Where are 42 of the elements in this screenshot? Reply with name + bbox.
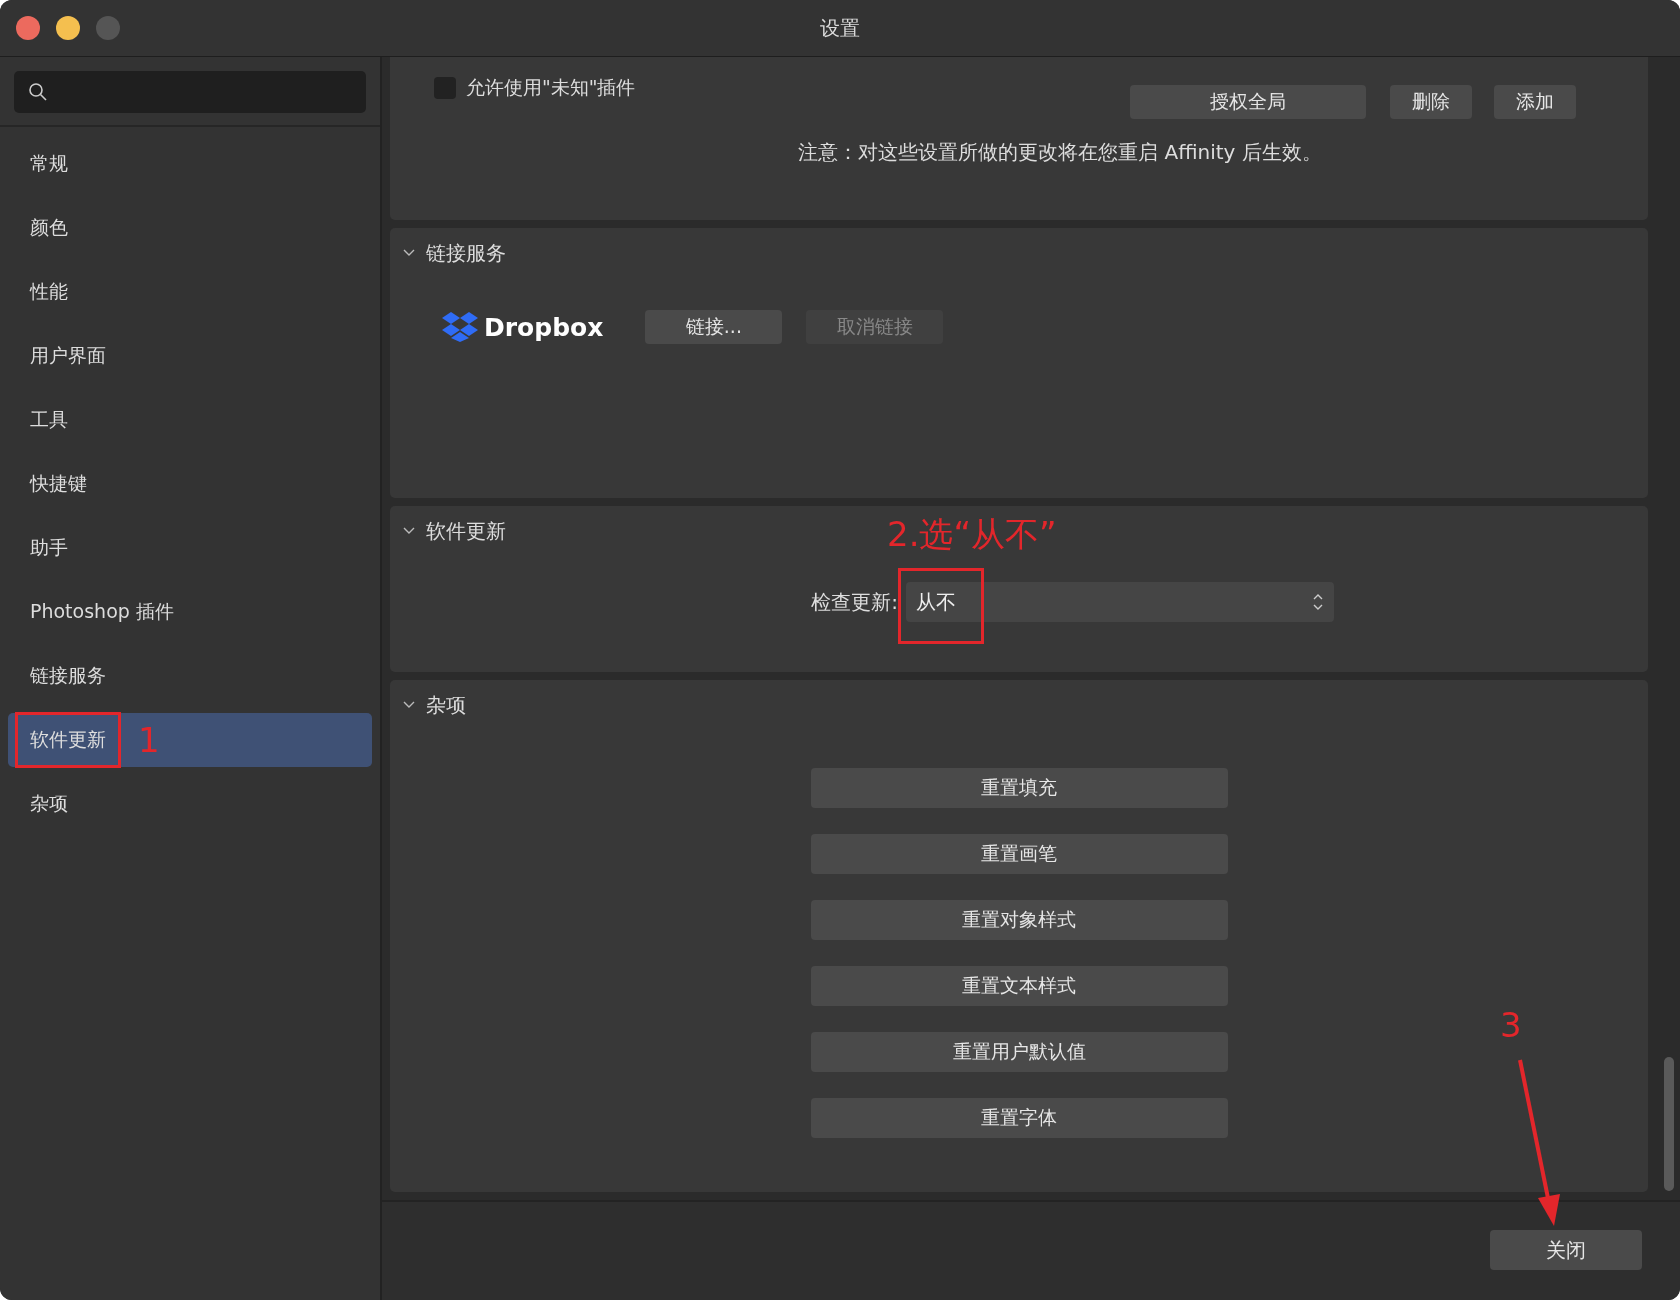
stepper-icon: [1312, 592, 1324, 612]
reset-button[interactable]: 重置字体: [810, 1098, 1228, 1138]
restart-note: 注意：对这些设置所做的更改将在您重启 Affinity 后生效。: [797, 139, 1323, 166]
plugin-button[interactable]: 授权全局: [1130, 85, 1366, 119]
sidebar-item[interactable]: 杂项: [8, 777, 372, 831]
check-updates-label: 检查更新:: [810, 588, 898, 616]
check-updates-select[interactable]: 从不: [906, 582, 1334, 622]
section-title: 链接服务: [426, 239, 506, 267]
reset-button[interactable]: 重置填充: [810, 768, 1228, 808]
plugin-button[interactable]: 删除: [1390, 85, 1472, 119]
service-name: Dropbox: [484, 312, 604, 342]
search-icon: [28, 82, 48, 102]
scrollbar-thumb[interactable]: [1664, 1057, 1674, 1191]
sidebar-item[interactable]: 性能: [8, 265, 372, 319]
section-title: 软件更新: [426, 517, 506, 545]
sidebar-item[interactable]: Photoshop 插件: [8, 585, 372, 639]
annotation-frame: 软件更新: [18, 715, 118, 765]
sidebar-item[interactable]: 助手: [8, 521, 372, 575]
reset-button[interactable]: 重置对象样式: [810, 900, 1228, 940]
annotation-number: 3: [1500, 1005, 1522, 1045]
section-title: 杂项: [426, 691, 466, 719]
reset-button[interactable]: 重置画笔: [810, 834, 1228, 874]
annotation-text: 2.选“从不”: [887, 513, 1057, 556]
plugin-button[interactable]: 添加: [1494, 85, 1576, 119]
link-button[interactable]: 链接...: [645, 310, 783, 344]
sidebar-item[interactable]: 颜色: [8, 201, 372, 255]
dropbox-logo-icon: [442, 312, 478, 342]
close-button[interactable]: 关闭: [1490, 1230, 1642, 1270]
minimize-window-button[interactable]: [56, 16, 80, 40]
sidebar-item[interactable]: 常规: [8, 137, 372, 191]
search-field[interactable]: [14, 71, 366, 113]
sidebar-item[interactable]: 用户界面: [8, 329, 372, 383]
reset-button[interactable]: 重置文本样式: [810, 966, 1228, 1006]
sidebar-item[interactable]: 软件更新 1: [8, 713, 372, 767]
sidebar-item[interactable]: 工具: [8, 393, 372, 447]
sidebar-item[interactable]: 链接服务: [8, 649, 372, 703]
annotation-number: 1: [138, 720, 160, 760]
sidebar-item[interactable]: 快捷键: [8, 457, 372, 511]
close-window-button[interactable]: [16, 16, 40, 40]
reset-button[interactable]: 重置用户默认值: [810, 1032, 1228, 1072]
checkbox-label: 允许使用"未知"插件: [466, 75, 636, 100]
window-title: 设置: [820, 14, 860, 42]
